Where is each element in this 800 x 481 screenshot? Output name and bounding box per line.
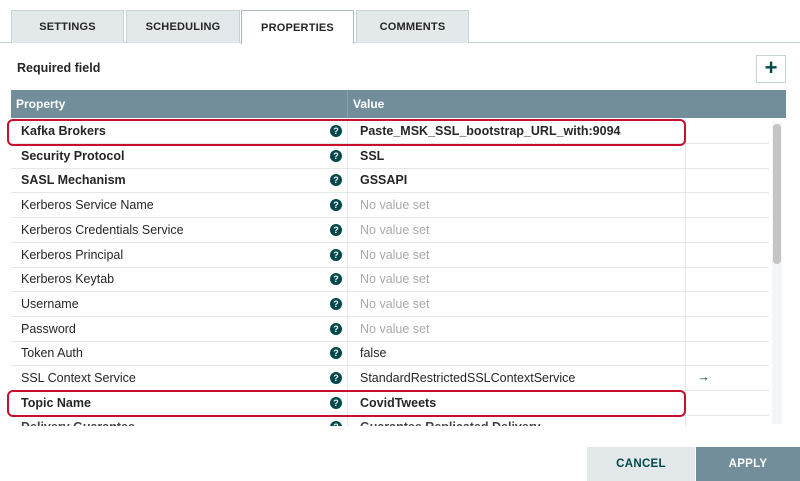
column-divider: [347, 217, 348, 243]
column-divider: [347, 267, 348, 293]
property-value[interactable]: StandardRestrictedSSLContextService: [360, 371, 575, 385]
required-field-label: Required field: [17, 61, 101, 75]
column-divider: [685, 143, 686, 169]
column-divider: [347, 168, 348, 194]
help-icon[interactable]: ?: [330, 273, 342, 286]
column-divider: [347, 242, 348, 268]
help-icon[interactable]: ?: [330, 125, 342, 137]
column-header-property[interactable]: Property: [16, 97, 65, 111]
table-row[interactable]: Security Protocol? SSL: [11, 143, 769, 169]
help-icon[interactable]: ?: [330, 372, 342, 384]
help-icon[interactable]: ?: [330, 223, 342, 236]
property-value[interactable]: GSSAPI: [360, 173, 407, 187]
table-row[interactable]: Delivery Guarantee? Guarantee Replicated …: [11, 415, 769, 426]
property-name: SASL Mechanism: [21, 173, 126, 188]
property-value[interactable]: false: [360, 346, 386, 360]
table-row[interactable]: Kerberos Credentials Service? No value se…: [11, 217, 769, 243]
tab-settings[interactable]: SETTINGS: [11, 10, 124, 43]
help-icon[interactable]: ?: [330, 248, 342, 261]
column-header-value[interactable]: Value: [353, 97, 384, 111]
property-value[interactable]: Paste_MSK_SSL_bootstrap_URL_with:9094: [360, 124, 621, 138]
property-value[interactable]: Guarantee Replicated Delivery: [360, 420, 541, 426]
table-row[interactable]: Password? No value set: [11, 316, 769, 342]
column-divider: [685, 217, 686, 243]
column-divider: [347, 119, 348, 144]
table-row[interactable]: Kerberos Principal? No value set: [11, 242, 769, 268]
property-name: Delivery Guarantee: [21, 420, 135, 426]
tab-properties[interactable]: PROPERTIES: [241, 10, 354, 44]
tab-bar: SETTINGS SCHEDULING PROPERTIES COMMENTS: [0, 0, 800, 44]
property-name: Password: [21, 321, 76, 336]
property-name: Kerberos Credentials Service: [21, 222, 184, 237]
property-value[interactable]: No value set: [360, 322, 429, 336]
property-value[interactable]: CovidTweets: [360, 396, 436, 410]
help-icon[interactable]: ?: [330, 199, 342, 212]
column-divider: [685, 415, 686, 426]
help-icon[interactable]: ?: [330, 149, 342, 162]
column-divider: [685, 316, 686, 342]
table-row[interactable]: SASL Mechanism? GSSAPI: [11, 168, 769, 194]
help-icon[interactable]: ?: [330, 396, 342, 409]
apply-button[interactable]: APPLY: [696, 447, 800, 481]
property-name: SSL Context Service: [21, 371, 136, 385]
property-value[interactable]: No value set: [360, 248, 429, 262]
property-name: Kerberos Service Name: [21, 198, 154, 213]
help-icon[interactable]: ?: [330, 347, 342, 360]
add-property-button[interactable]: +: [756, 55, 786, 83]
property-name: Username: [21, 296, 79, 311]
property-value[interactable]: No value set: [360, 297, 429, 311]
property-name: Security Protocol: [21, 148, 125, 163]
column-divider: [685, 119, 686, 144]
column-divider: [685, 168, 686, 194]
column-divider: [347, 366, 348, 391]
tab-comments[interactable]: COMMENTS: [356, 10, 469, 43]
column-divider: [347, 291, 348, 317]
property-name: Topic Name: [21, 395, 91, 410]
column-divider: [347, 341, 348, 367]
column-divider: [347, 193, 348, 219]
property-value[interactable]: No value set: [360, 272, 429, 286]
property-value[interactable]: No value set: [360, 223, 429, 237]
help-icon[interactable]: ?: [330, 297, 342, 310]
property-name: Kafka Brokers: [21, 124, 106, 138]
table-row[interactable]: Token Auth? false: [11, 341, 769, 367]
table-row[interactable]: Kerberos Service Name? No value set: [11, 193, 769, 219]
column-divider: [685, 390, 686, 416]
help-icon[interactable]: ?: [330, 322, 342, 335]
column-divider: [347, 90, 348, 118]
properties-grid: Kafka Brokers? Paste_MSK_SSL_bootstrap_UR…: [11, 118, 786, 426]
table-row[interactable]: SSL Context Service? StandardRestrictedSS…: [11, 366, 769, 391]
plus-icon: +: [764, 55, 778, 80]
property-value[interactable]: No value set: [360, 198, 429, 212]
property-name: Kerberos Principal: [21, 247, 124, 262]
property-value[interactable]: SSL: [360, 149, 384, 163]
table-row[interactable]: Kerberos Keytab? No value set: [11, 267, 769, 293]
column-divider: [685, 366, 686, 391]
column-divider: [347, 390, 348, 416]
column-divider: [685, 291, 686, 317]
property-name: Token Auth: [21, 346, 83, 361]
column-divider: [685, 341, 686, 367]
tab-scheduling[interactable]: SCHEDULING: [126, 10, 240, 43]
scrollbar-thumb[interactable]: [773, 124, 781, 264]
table-row[interactable]: Kafka Brokers? Paste_MSK_SSL_bootstrap_UR…: [11, 119, 769, 144]
cancel-button[interactable]: CANCEL: [587, 447, 695, 481]
column-divider: [685, 242, 686, 268]
column-divider: [685, 193, 686, 219]
column-divider: [685, 267, 686, 293]
table-row[interactable]: Username? No value set: [11, 291, 769, 317]
help-icon[interactable]: ?: [330, 421, 342, 426]
column-divider: [347, 143, 348, 169]
table-row[interactable]: Topic Name? CovidTweets: [11, 390, 769, 416]
help-icon[interactable]: ?: [330, 174, 342, 187]
properties-grid-header: Property Value: [11, 90, 786, 118]
column-divider: [347, 415, 348, 426]
go-to-service-arrow-icon[interactable]: →: [697, 369, 710, 384]
property-name: Kerberos Keytab: [21, 272, 115, 287]
column-divider: [347, 316, 348, 342]
